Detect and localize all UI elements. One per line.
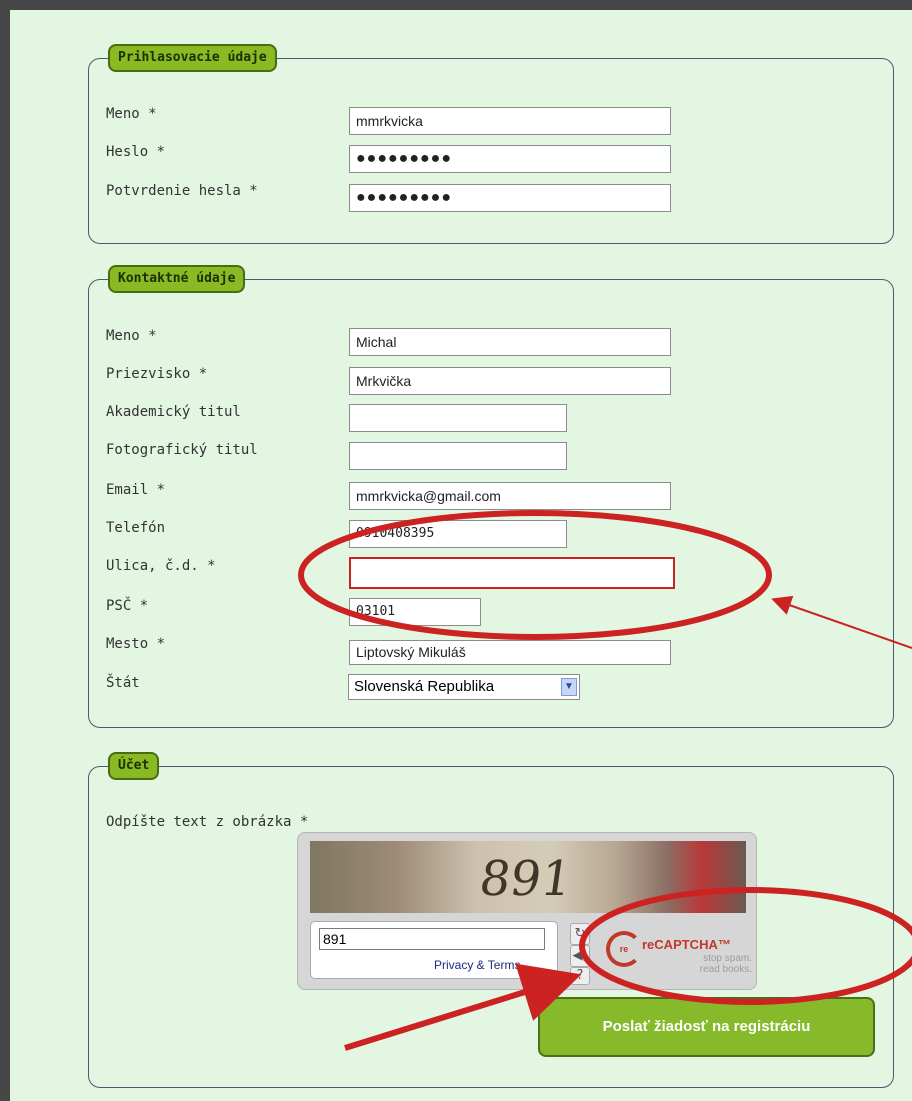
country-select-value: Slovenská Republika — [354, 678, 495, 695]
username-label: Meno * — [106, 106, 157, 122]
captcha-input-box: 891 Privacy & Terms — [310, 921, 558, 979]
recaptcha-tagline: stop spam. read books. — [680, 953, 752, 975]
academic-title-input[interactable] — [349, 404, 567, 432]
recaptcha-brand: reCAPTCHA™ — [642, 937, 731, 952]
surname-label: Priezvisko * — [106, 366, 208, 382]
login-legend: Prihlasovacie údaje — [108, 44, 277, 72]
phone-input[interactable]: 0910408395 — [349, 520, 567, 548]
recaptcha-logo-icon: re — [606, 931, 642, 967]
recaptcha-widget: 891 891 Privacy & Terms ↻ ◀) ? re reCAPT… — [297, 832, 757, 990]
country-select[interactable]: Slovenská Republika ▼ — [348, 674, 580, 700]
phone-label: Telefón — [106, 520, 166, 536]
captcha-image-text: 891 — [476, 851, 576, 907]
photo-title-label: Fotografický titul — [106, 442, 258, 458]
email-input[interactable]: mmrkvicka@gmail.com — [349, 482, 671, 510]
submit-registration-button[interactable]: Poslať žiadosť na registráciu — [538, 997, 875, 1057]
refresh-icon[interactable]: ↻ — [570, 923, 590, 945]
confirm-password-input[interactable]: ●●●●●●●●● — [349, 184, 671, 212]
password-input[interactable]: ●●●●●●●●● — [349, 145, 671, 173]
zip-input[interactable]: 03101 — [349, 598, 481, 626]
photo-title-input[interactable] — [349, 442, 567, 470]
captcha-input[interactable]: 891 — [319, 928, 545, 950]
street-label: Ulica, č.d. * — [106, 558, 216, 574]
city-input[interactable]: Liptovský Mikuláš — [349, 640, 671, 665]
captcha-image: 891 — [310, 841, 746, 913]
academic-title-label: Akademický titul — [106, 404, 241, 420]
city-label: Mesto * — [106, 636, 166, 652]
first-name-input[interactable]: Michal — [349, 328, 671, 356]
privacy-terms-link[interactable]: Privacy & Terms — [434, 958, 520, 972]
help-icon[interactable]: ? — [570, 967, 590, 985]
recaptcha-tagline-line-2: read books. — [699, 964, 752, 975]
street-input[interactable] — [349, 557, 675, 589]
contact-legend: Kontaktné údaje — [108, 265, 246, 293]
account-legend: Účet — [108, 752, 160, 780]
chevron-down-icon[interactable]: ▼ — [561, 678, 577, 696]
audio-icon[interactable]: ◀) — [570, 945, 590, 967]
username-input[interactable]: mmrkvicka — [349, 107, 671, 135]
zip-label: PSČ * — [106, 598, 149, 614]
country-label: Štát — [106, 675, 140, 691]
password-label: Heslo * — [106, 144, 166, 160]
email-label: Email * — [106, 482, 166, 498]
confirm-password-label: Potvrdenie hesla * — [106, 183, 258, 199]
captcha-label: Odpíšte text z obrázka * — [106, 814, 309, 830]
recaptcha-tagline-line-1: stop spam. — [703, 953, 752, 964]
surname-input[interactable]: Mrkvička — [349, 367, 671, 395]
first-name-label: Meno * — [106, 328, 157, 344]
